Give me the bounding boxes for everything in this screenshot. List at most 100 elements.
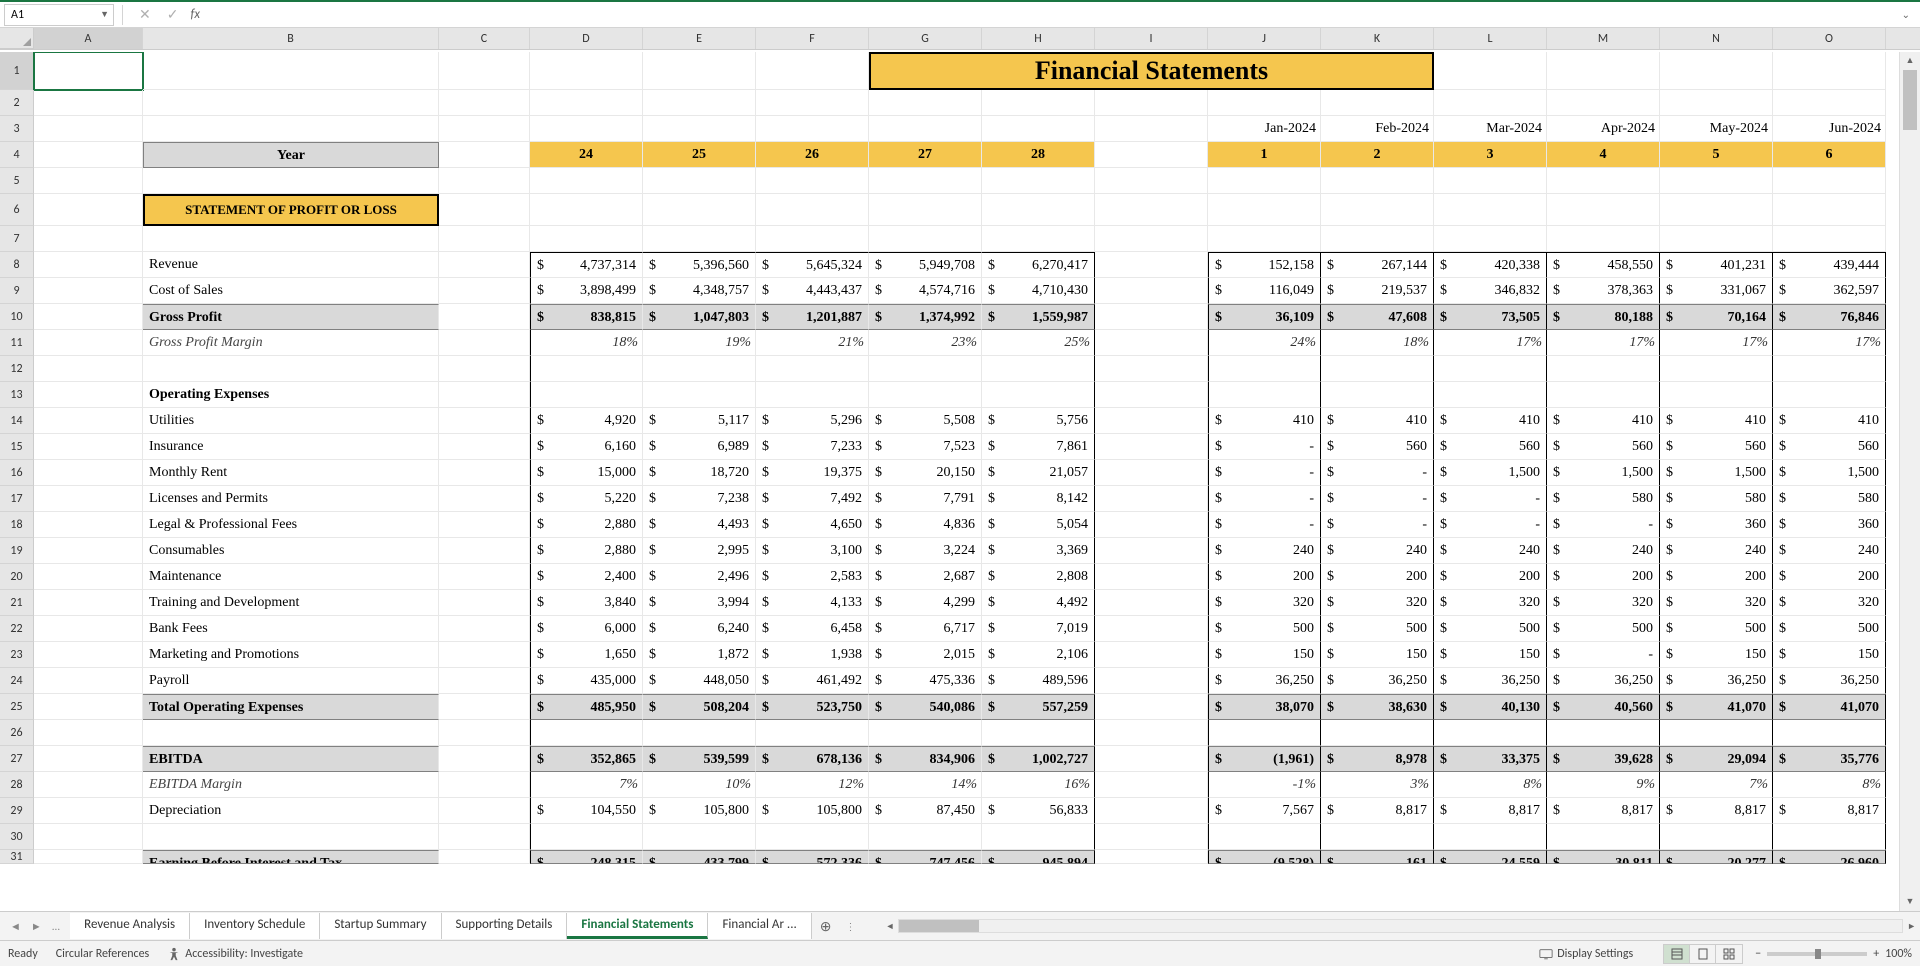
sheet-tab[interactable]: Financial Statements [567,913,708,939]
row-header-1[interactable]: 1 [0,52,34,90]
column-header-I[interactable]: I [1095,28,1208,49]
row-header-5[interactable]: 5 [0,168,34,194]
month-label[interactable]: Jun-2024 [1773,116,1886,142]
select-all-corner[interactable] [0,28,34,49]
line-item-label[interactable]: Cost of Sales [143,278,439,304]
month-number[interactable]: 4 [1547,142,1660,168]
row-header-9[interactable]: 9 [0,278,34,304]
horizontal-scrollbar[interactable]: ◄ ► [882,919,1920,933]
cancel-icon[interactable]: ✕ [131,6,159,23]
view-page-layout-icon[interactable] [1690,945,1716,963]
column-header-A[interactable]: A [34,28,143,49]
row-header-10[interactable]: 10 [0,304,34,330]
row-header-21[interactable]: 21 [0,590,34,616]
row-header-18[interactable]: 18 [0,512,34,538]
year-number[interactable]: 25 [643,142,756,168]
month-number[interactable]: 2 [1321,142,1434,168]
view-page-break-icon[interactable] [1716,945,1742,963]
row-header-26[interactable]: 26 [0,720,34,746]
line-item-label[interactable]: Gross Profit Margin [143,330,439,356]
line-item-label[interactable]: EBITDA Margin [143,772,439,798]
year-number[interactable]: 27 [869,142,982,168]
column-header-H[interactable]: H [982,28,1095,49]
line-item-label[interactable] [143,824,439,850]
row-header-8[interactable]: 8 [0,252,34,278]
line-item-label[interactable]: Training and Development [143,590,439,616]
line-item-label[interactable]: Utilities [143,408,439,434]
column-header-M[interactable]: M [1547,28,1660,49]
column-header-K[interactable]: K [1321,28,1434,49]
row-header-17[interactable]: 17 [0,486,34,512]
month-label[interactable]: Jan-2024 [1208,116,1321,142]
hscroll-right-icon[interactable]: ► [1903,921,1920,932]
add-sheet-icon[interactable]: ⊕ [812,918,840,935]
expand-formula-bar-icon[interactable]: ⌄ [1896,8,1916,21]
column-header-F[interactable]: F [756,28,869,49]
line-item-label[interactable]: Legal & Professional Fees [143,512,439,538]
row-header-24[interactable]: 24 [0,668,34,694]
row-header-27[interactable]: 27 [0,746,34,772]
sheet-tab[interactable]: Inventory Schedule [190,913,320,939]
line-item-label[interactable]: Consumables [143,538,439,564]
line-item-label[interactable]: Monthly Rent [143,460,439,486]
month-number[interactable]: 3 [1434,142,1547,168]
name-box[interactable]: A1 ▼ [4,4,114,26]
line-item-label[interactable] [143,356,439,382]
month-number[interactable]: 1 [1208,142,1321,168]
column-header-L[interactable]: L [1434,28,1547,49]
line-item-label[interactable]: Revenue [143,252,439,278]
row-header-20[interactable]: 20 [0,564,34,590]
line-item-label[interactable]: Gross Profit [143,304,439,330]
line-item-label[interactable]: Total Operating Expenses [143,694,439,720]
status-accessibility[interactable]: Accessibility: Investigate [167,947,303,961]
column-header-N[interactable]: N [1660,28,1773,49]
tab-more-icon[interactable]: ... [48,920,64,933]
vertical-scrollbar[interactable]: ▲ ▼ [1899,52,1920,911]
zoom-in-icon[interactable]: + [1873,947,1879,961]
spreadsheet-grid[interactable]: 1Financial Statements23Jan-2024Feb-2024M… [0,52,1899,911]
month-label[interactable]: Apr-2024 [1547,116,1660,142]
zoom-level[interactable]: 100% [1885,947,1912,961]
line-item-label[interactable]: Marketing and Promotions [143,642,439,668]
row-header-3[interactable]: 3 [0,116,34,142]
name-box-dropdown-icon[interactable]: ▼ [100,9,109,20]
line-item-label[interactable]: Earning Before Interest and Tax [143,850,439,864]
sheet-tab[interactable]: Financial Ar ... [708,913,811,939]
tab-next-icon[interactable]: ► [27,920,46,933]
line-item-label[interactable]: Licenses and Permits [143,486,439,512]
row-header-2[interactable]: 2 [0,90,34,116]
row-header-16[interactable]: 16 [0,460,34,486]
scroll-up-icon[interactable]: ▲ [1900,52,1920,70]
row-header-13[interactable]: 13 [0,382,34,408]
zoom-out-icon[interactable]: − [1755,947,1761,961]
tab-prev-icon[interactable]: ◄ [6,920,25,933]
month-label[interactable]: May-2024 [1660,116,1773,142]
fx-icon[interactable]: fx [190,7,200,22]
row-header-25[interactable]: 25 [0,694,34,720]
row-header-15[interactable]: 15 [0,434,34,460]
hscroll-left-icon[interactable]: ◄ [882,921,899,932]
month-number[interactable]: 6 [1773,142,1886,168]
row-header-30[interactable]: 30 [0,824,34,850]
scroll-down-icon[interactable]: ▼ [1900,893,1920,911]
row-header-7[interactable]: 7 [0,226,34,252]
column-header-B[interactable]: B [143,28,439,49]
sheet-tab[interactable]: Startup Summary [320,913,441,939]
cell-A1[interactable] [34,52,143,90]
confirm-icon[interactable]: ✓ [159,6,187,23]
year-label[interactable]: Year [143,142,439,168]
sheet-tab[interactable]: Revenue Analysis [70,913,190,939]
line-item-label[interactable]: EBITDA [143,746,439,772]
row-header-29[interactable]: 29 [0,798,34,824]
month-label[interactable]: Feb-2024 [1321,116,1434,142]
line-item-label[interactable]: Depreciation [143,798,439,824]
row-header-23[interactable]: 23 [0,642,34,668]
row-header-22[interactable]: 22 [0,616,34,642]
line-item-label[interactable]: Payroll [143,668,439,694]
display-settings[interactable]: Display Settings [1539,947,1633,961]
column-header-G[interactable]: G [869,28,982,49]
line-item-label[interactable]: Maintenance [143,564,439,590]
row-header-11[interactable]: 11 [0,330,34,356]
month-number[interactable]: 5 [1660,142,1773,168]
line-item-label[interactable]: Insurance [143,434,439,460]
